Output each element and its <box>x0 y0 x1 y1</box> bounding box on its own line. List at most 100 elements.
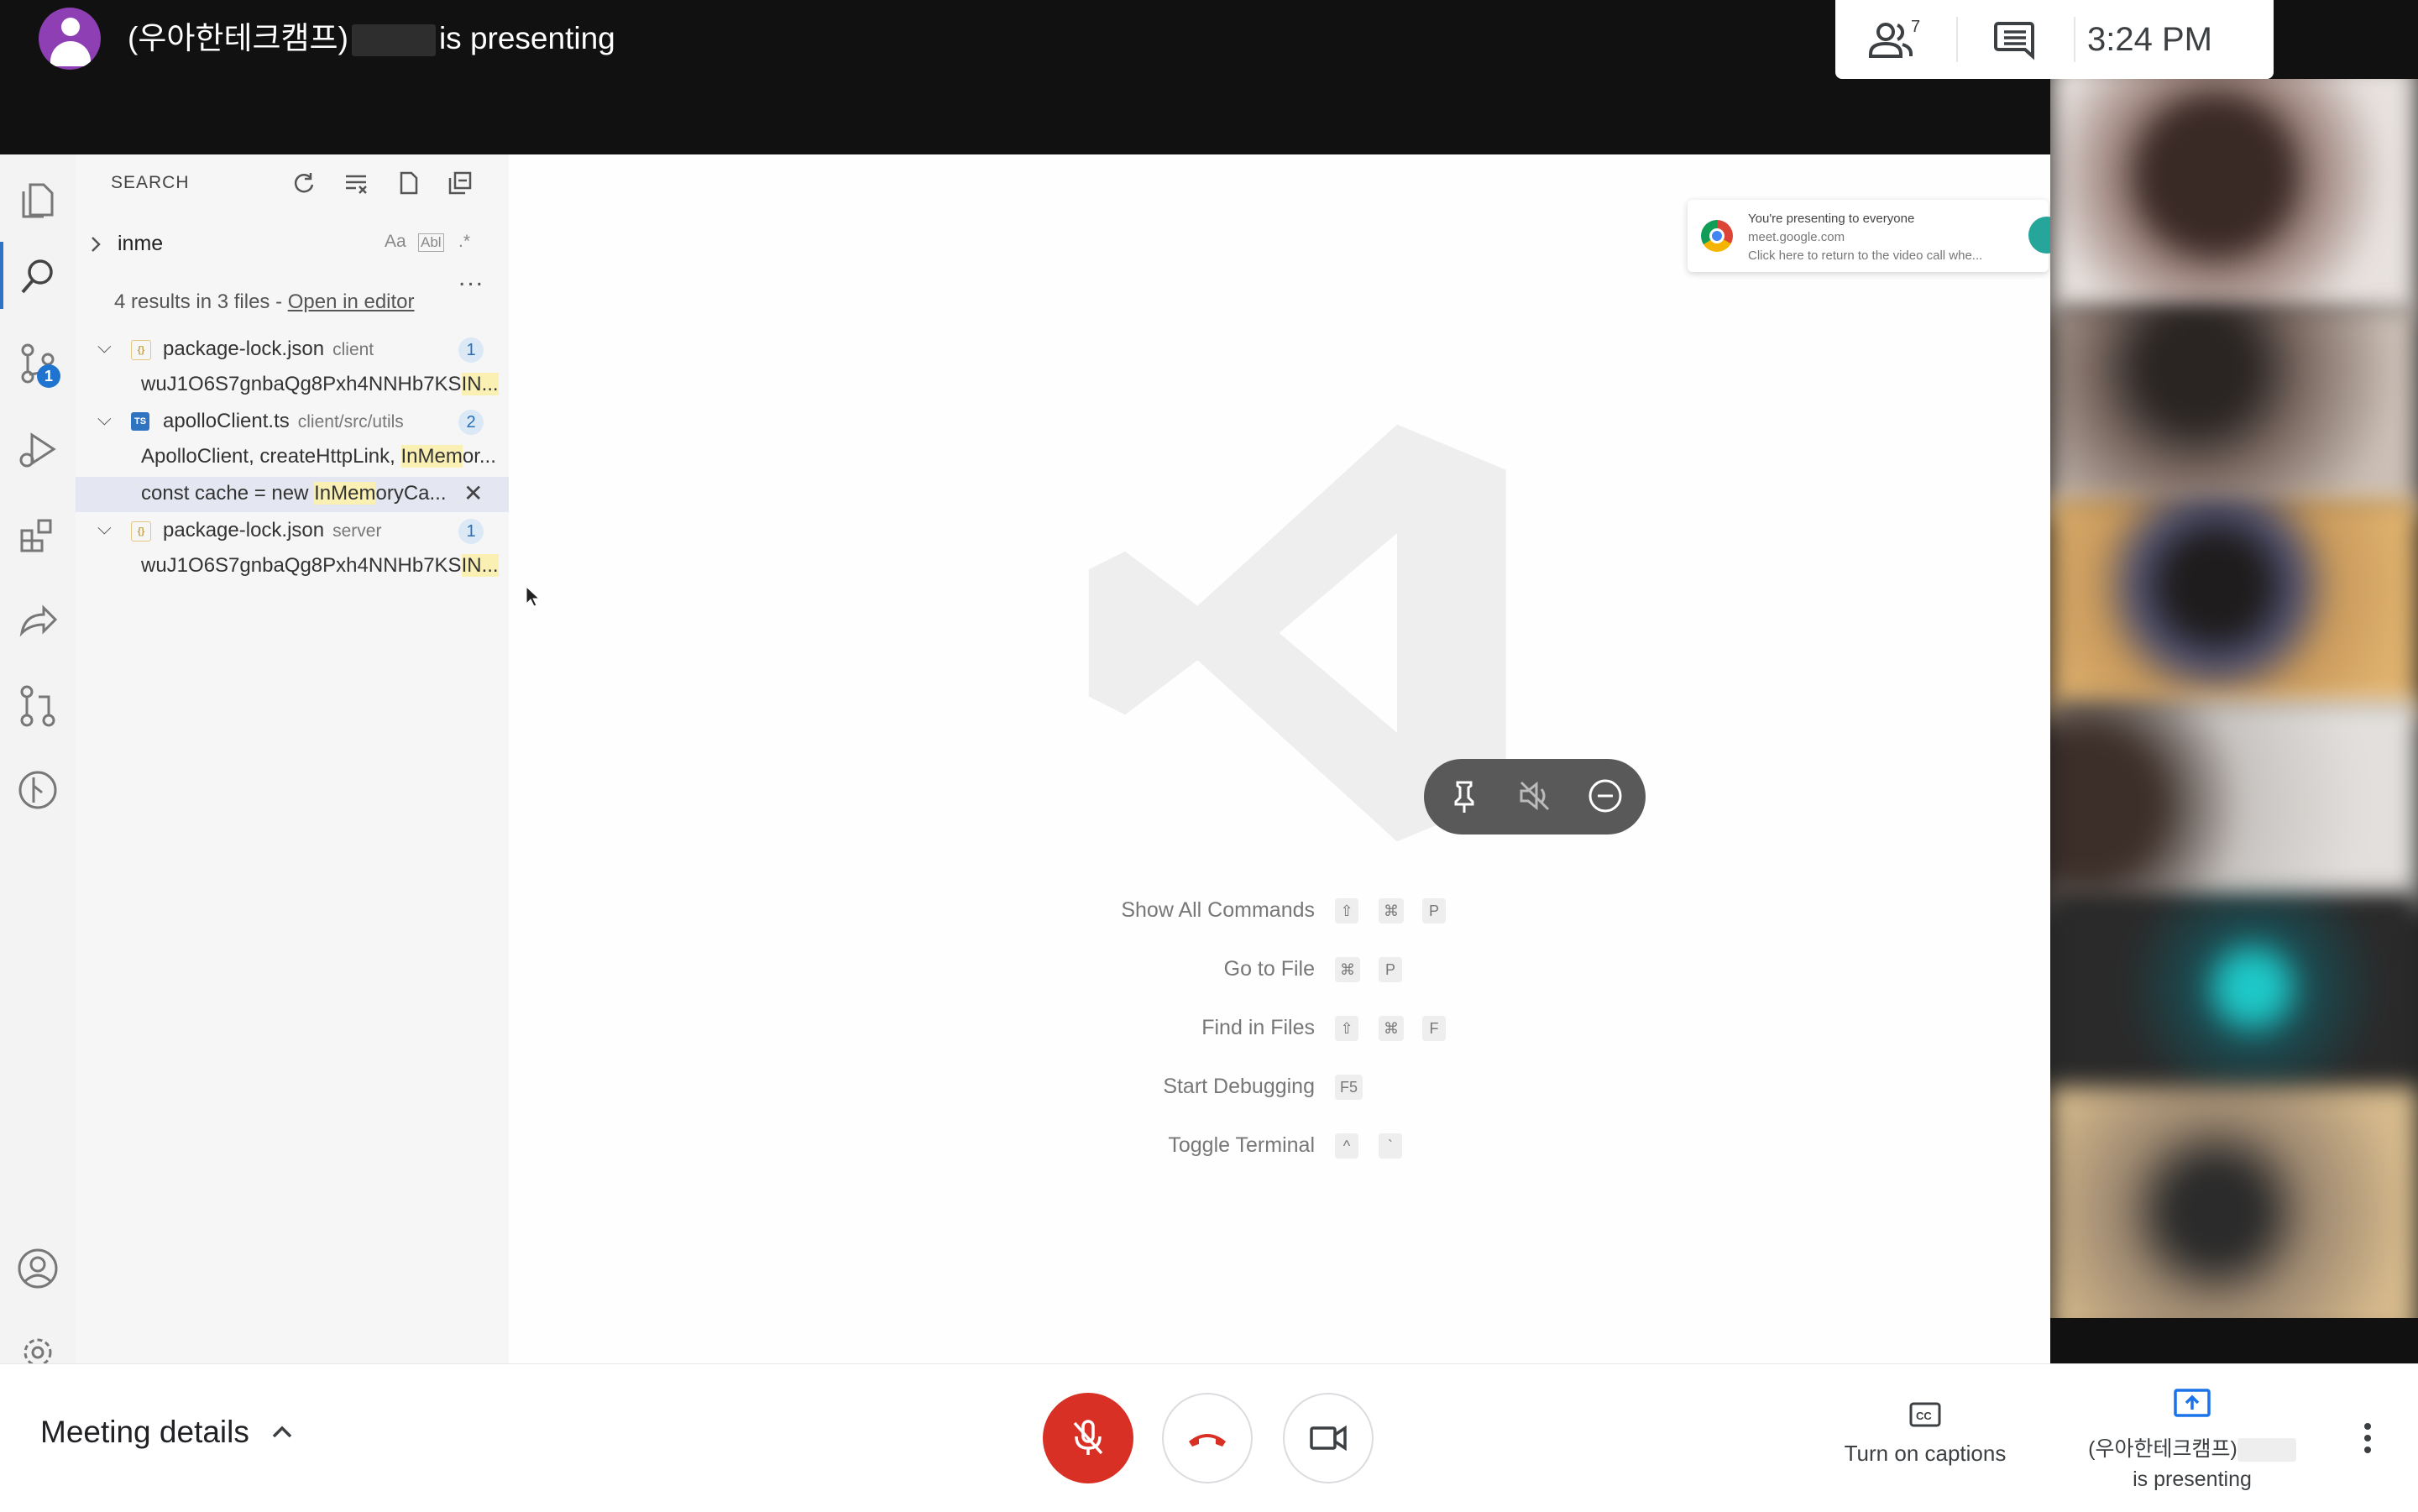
search-icon[interactable] <box>15 254 60 299</box>
chevron-down-icon[interactable]: ⌵ <box>97 517 112 539</box>
chevron-right-icon[interactable] <box>87 233 104 255</box>
more-options-icon[interactable] <box>2358 1418 2378 1458</box>
result-file[interactable]: ⌵ {} package-lock.json server 1 <box>76 514 509 549</box>
result-match[interactable]: wuJ1O6S7gnbaQg8Pxh4NNHb7KSIN... <box>76 549 509 584</box>
regex-toggle[interactable]: .* <box>458 232 470 252</box>
match-highlight: InMem <box>314 482 376 505</box>
key: P <box>1422 898 1446 923</box>
participants-count: 7 <box>1911 18 1920 36</box>
key: ` <box>1379 1133 1402 1159</box>
present-screen-icon <box>2174 1389 2211 1417</box>
mic-off-icon <box>1073 1420 1103 1455</box>
match-highlight: IN... <box>461 373 499 395</box>
cc-icon: CC <box>1909 1402 1941 1427</box>
shortcut-label: Find in Files <box>1201 1016 1315 1039</box>
pin-icon[interactable] <box>1442 774 1486 818</box>
key: ⇧ <box>1335 898 1358 923</box>
notification-line-1: You're presenting to everyone <box>1748 212 1915 226</box>
git-graph-icon[interactable] <box>15 767 60 813</box>
refresh-icon[interactable] <box>290 170 317 196</box>
json-file-icon: {} <box>131 521 151 541</box>
dismiss-match-icon[interactable]: ✕ <box>463 479 483 507</box>
hang-up-icon <box>1189 1434 1226 1447</box>
participant-tile[interactable] <box>2050 893 2418 1103</box>
shared-screen: 1 SEARCH inme Aa Abl .* ... 4 results in… <box>0 154 2065 1367</box>
result-match[interactable]: ApolloClient, createHttpLink, InMemor... <box>76 440 509 475</box>
match-highlight: IN... <box>461 554 499 577</box>
mic-toggle-button[interactable] <box>1043 1393 1133 1483</box>
result-match[interactable]: wuJ1O6S7gnbaQg8Pxh4NNHb7KSIN... <box>76 368 509 403</box>
participant-tiles <box>2050 79 2418 1318</box>
key: ⌘ <box>1379 898 1404 923</box>
run-debug-icon[interactable] <box>15 426 60 472</box>
presenting-name: (우아한테크캠프) <box>2088 1437 2237 1461</box>
account-icon[interactable] <box>15 1246 60 1291</box>
camera-icon <box>1310 1425 1347 1452</box>
volume-off-icon[interactable] <box>1513 774 1557 818</box>
match-count-badge: 1 <box>458 519 484 544</box>
clear-results-icon[interactable] <box>343 170 369 196</box>
participant-tile[interactable] <box>2050 700 2418 910</box>
chevron-down-icon[interactable]: ⌵ <box>97 336 112 358</box>
result-file[interactable]: ⌵ TS apolloClient.ts client/src/utils 2 <box>76 405 509 440</box>
shortcut-label: Show All Commands <box>1121 898 1315 922</box>
pull-requests-icon[interactable] <box>15 683 60 729</box>
more-options[interactable]: ... <box>458 264 484 292</box>
participant-tile[interactable] <box>2050 79 2418 314</box>
camera-toggle-button[interactable] <box>1283 1393 1374 1483</box>
match-text-after: or... <box>462 445 496 468</box>
chrome-icon <box>1701 220 1733 252</box>
captions-button[interactable]: CC Turn on captions <box>1822 1401 2028 1467</box>
chevron-up-icon[interactable] <box>267 1416 297 1447</box>
editor-area[interactable]: You're presenting to everyone meet.googl… <box>509 154 2065 1363</box>
chat-button[interactable] <box>1988 17 2040 64</box>
scm-badge: 1 <box>37 364 60 388</box>
participant-tile[interactable] <box>2050 1086 2418 1318</box>
presentation-button[interactable]: (우아한테크캠프) is presenting <box>2070 1388 2314 1492</box>
open-in-editor-link[interactable]: Open in editor <box>288 290 415 313</box>
key: F5 <box>1335 1075 1363 1100</box>
whole-word-toggle[interactable]: Abl <box>418 233 444 252</box>
collapse-all-icon[interactable] <box>447 170 474 196</box>
svg-text:CC: CC <box>1916 1410 1932 1422</box>
participant-tile[interactable] <box>2050 306 2418 515</box>
match-text: ApolloClient, createHttpLink, <box>141 445 401 468</box>
match-count-badge: 2 <box>458 410 484 435</box>
live-share-icon[interactable] <box>15 598 60 643</box>
presenter-avatar <box>39 8 101 70</box>
vscode-activity-bar: 1 <box>0 154 76 1367</box>
presenter-name: (우아한테크캠프) <box>128 21 348 55</box>
search-input[interactable]: inme <box>118 232 163 256</box>
key: ⌘ <box>1379 1016 1404 1041</box>
key: ⌘ <box>1335 957 1360 982</box>
extensions-icon[interactable] <box>15 512 60 557</box>
result-file[interactable]: ⌵ {} package-lock.json client 1 <box>76 332 509 368</box>
match-highlight: InMem <box>400 445 463 468</box>
meeting-details-button[interactable]: Meeting details <box>40 1415 249 1450</box>
presenting-notification[interactable]: You're presenting to everyone meet.googl… <box>1688 200 2065 272</box>
explorer-icon[interactable] <box>15 176 60 222</box>
redacted-name <box>2237 1438 2296 1462</box>
search-panel-title: SEARCH <box>111 173 190 192</box>
match-text: wuJ1O6S7gnbaQg8Pxh4NNHb7KS <box>141 373 462 395</box>
participant-tile[interactable] <box>2050 499 2418 717</box>
key: ^ <box>1335 1133 1358 1159</box>
minimize-icon[interactable] <box>1583 774 1627 818</box>
people-button[interactable]: 7 <box>1866 17 1924 64</box>
match-text: wuJ1O6S7gnbaQg8Pxh4NNHb7KS <box>141 554 462 577</box>
new-search-editor-icon[interactable] <box>395 170 421 196</box>
clock: 3:24 PM <box>2087 21 2212 58</box>
file-dir: server <box>332 521 382 541</box>
chevron-down-icon[interactable]: ⌵ <box>97 408 112 430</box>
shortcut-label: Start Debugging <box>1163 1075 1315 1098</box>
match-case-toggle[interactable]: Aa <box>385 232 406 252</box>
match-text-after: oryCa... <box>375 482 447 505</box>
leave-call-button[interactable] <box>1162 1393 1253 1483</box>
file-name: apolloClient.ts <box>163 410 290 432</box>
file-dir: client <box>332 340 374 359</box>
json-file-icon: {} <box>131 340 151 360</box>
match-count-badge: 1 <box>458 337 484 363</box>
search-sidebar: SEARCH inme Aa Abl .* ... 4 results in 3… <box>76 154 509 1363</box>
result-match-selected[interactable]: const cache = new InMemoryCa... ✕ <box>76 477 509 512</box>
separator <box>2074 17 2075 62</box>
